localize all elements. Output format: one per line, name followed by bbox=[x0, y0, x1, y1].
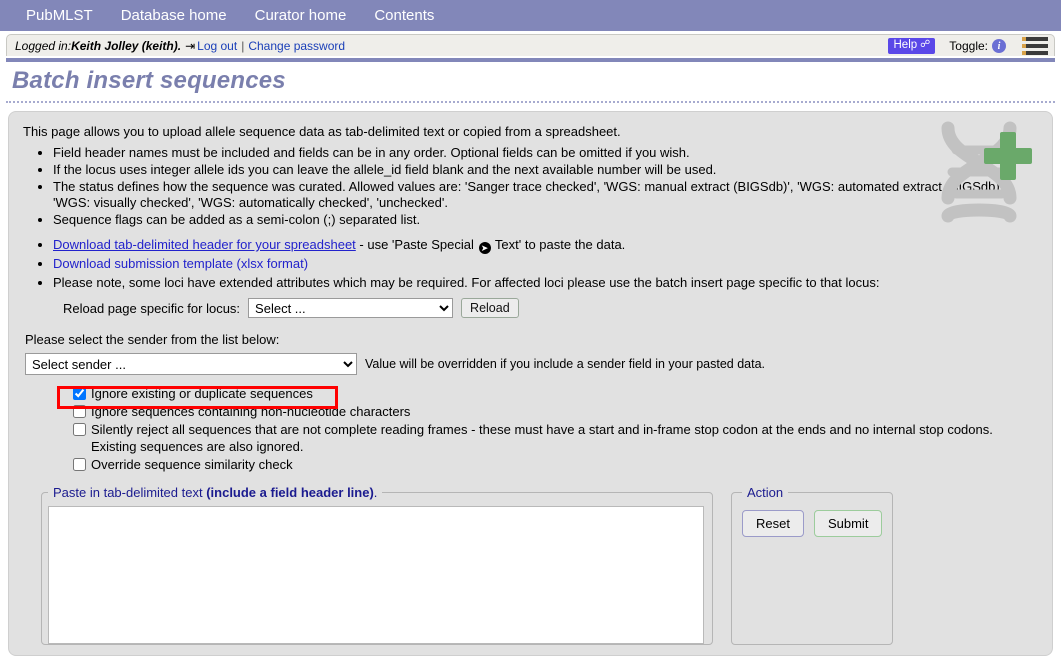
nav-item-contents[interactable]: Contents bbox=[360, 0, 448, 31]
download-tab-delimited-header-link[interactable]: Download tab-delimited header for your s… bbox=[53, 237, 356, 252]
paste-legend-plain: Paste in tab-delimited text bbox=[53, 485, 207, 500]
download-link-list: Download tab-delimited header for your s… bbox=[23, 236, 1038, 292]
lower-form-area: Paste in tab-delimited text (include a f… bbox=[23, 485, 1038, 645]
action-buttons: Reset Submit bbox=[742, 510, 883, 537]
instruction-item: Field header names must be included and … bbox=[53, 145, 1038, 161]
checkbox-ignore-existing-label: Ignore existing or duplicate sequences bbox=[91, 386, 313, 401]
checkbox-ignore-nonnucleotide-input[interactable] bbox=[73, 405, 86, 418]
main-content-panel: This page allows you to upload allele se… bbox=[8, 111, 1053, 656]
help-button[interactable]: Help ☍ bbox=[887, 37, 936, 55]
action-fieldset: Action Reset Submit bbox=[731, 485, 894, 645]
login-separator: | bbox=[241, 38, 245, 53]
main-navigation-bar: PubMLST Database home Curator home Conte… bbox=[0, 0, 1061, 31]
reload-locus-row: Reload page specific for locus: Select .… bbox=[63, 298, 1038, 318]
paste-fieldset-legend: Paste in tab-delimited text (include a f… bbox=[48, 485, 382, 500]
hamburger-bar bbox=[1022, 51, 1048, 55]
checkbox-ignore-nonnucleotide-label: Ignore sequences containing non-nucleoti… bbox=[91, 404, 411, 419]
logout-icon: ⇥ bbox=[185, 38, 196, 53]
options-checkbox-group: Ignore existing or duplicate sequences I… bbox=[73, 385, 1038, 473]
reset-button[interactable]: Reset bbox=[742, 510, 804, 537]
change-password-link[interactable]: Change password bbox=[248, 39, 345, 53]
instruction-list: Field header names must be included and … bbox=[23, 145, 1038, 228]
sender-note: Value will be overridden if you include … bbox=[365, 357, 766, 371]
login-strip-wrapper: Logged in: Keith Jolley (keith). ⇥ Log o… bbox=[0, 31, 1061, 58]
hamburger-menu-icon[interactable] bbox=[1022, 36, 1048, 56]
download-submission-template-link[interactable]: Download submission template (xlsx forma… bbox=[53, 256, 308, 271]
checkbox-override-similarity[interactable]: Override sequence similarity check bbox=[73, 456, 1038, 473]
help-button-label: Help bbox=[893, 38, 918, 51]
page-title: Batch insert sequences bbox=[12, 67, 286, 94]
paste-special-post: Text' to paste the data. bbox=[491, 237, 626, 252]
checkbox-complete-reading-frames-input[interactable] bbox=[73, 423, 86, 436]
nav-item-pubmlst[interactable]: PubMLST bbox=[12, 0, 107, 31]
logged-in-label: Logged in: bbox=[15, 38, 72, 53]
nav-item-database-home[interactable]: Database home bbox=[107, 0, 241, 31]
sender-select[interactable]: Select sender ... bbox=[25, 353, 357, 375]
checkbox-ignore-existing[interactable]: Ignore existing or duplicate sequences bbox=[73, 385, 1038, 402]
intro-paragraph: This page allows you to upload allele se… bbox=[23, 124, 621, 139]
login-info: Logged in: Keith Jolley (keith). ⇥ Log o… bbox=[15, 39, 345, 53]
external-link-icon: ☍ bbox=[920, 39, 931, 51]
reload-locus-label: Reload page specific for locus: bbox=[63, 300, 241, 316]
download-header-item: Download tab-delimited header for your s… bbox=[53, 236, 1038, 254]
toggle-label: Toggle: bbox=[949, 39, 988, 53]
login-right-controls: Help ☍ Toggle: i bbox=[887, 35, 1048, 57]
sender-prompt: Please select the sender from the list b… bbox=[25, 332, 280, 347]
logged-in-user: Keith Jolley (keith). bbox=[71, 38, 182, 53]
locus-select[interactable]: Select ... bbox=[248, 298, 454, 318]
paste-legend-bold: (include a field header line) bbox=[206, 485, 374, 500]
info-icon[interactable]: i bbox=[992, 39, 1006, 53]
checkbox-override-similarity-input[interactable] bbox=[73, 458, 86, 471]
download-template-item: Download submission template (xlsx forma… bbox=[53, 255, 1038, 273]
checkbox-ignore-nonnucleotide[interactable]: Ignore sequences containing non-nucleoti… bbox=[73, 403, 1038, 420]
hamburger-bar bbox=[1022, 44, 1048, 48]
action-fieldset-legend: Action bbox=[747, 485, 784, 500]
checkbox-ignore-existing-input[interactable] bbox=[73, 387, 86, 400]
title-divider bbox=[6, 101, 1055, 103]
sender-row: Select sender ... Value will be overridd… bbox=[25, 353, 1038, 375]
paste-legend-suffix: . bbox=[373, 485, 378, 500]
nav-item-curator-home[interactable]: Curator home bbox=[241, 0, 361, 31]
instruction-item: Sequence flags can be added as a semi-co… bbox=[53, 212, 1038, 228]
checkbox-complete-reading-frames-label: Silently reject all sequences that are n… bbox=[91, 422, 993, 454]
login-strip: Logged in: Keith Jolley (keith). ⇥ Log o… bbox=[6, 34, 1055, 56]
checkbox-override-similarity-label: Override sequence similarity check bbox=[91, 457, 293, 472]
paste-special-pre: - use 'Paste Special bbox=[355, 237, 478, 252]
instruction-item: If the locus uses integer allele ids you… bbox=[53, 162, 1038, 178]
toggle-group[interactable]: Toggle: i bbox=[949, 39, 1006, 53]
paste-fieldset: Paste in tab-delimited text (include a f… bbox=[41, 485, 713, 645]
extended-attributes-note: Please note, some loci have extended att… bbox=[53, 274, 1038, 292]
arrow-right-icon: ➤ bbox=[478, 242, 491, 254]
hamburger-bar bbox=[1022, 37, 1048, 41]
paste-textarea[interactable] bbox=[48, 506, 704, 644]
log-out-link[interactable]: Log out bbox=[197, 39, 237, 53]
instruction-item: The status defines how the sequence was … bbox=[53, 179, 1038, 211]
submit-button[interactable]: Submit bbox=[813, 510, 883, 537]
reload-button[interactable]: Reload bbox=[461, 298, 519, 318]
checkbox-complete-reading-frames[interactable]: Silently reject all sequences that are n… bbox=[73, 421, 1038, 455]
